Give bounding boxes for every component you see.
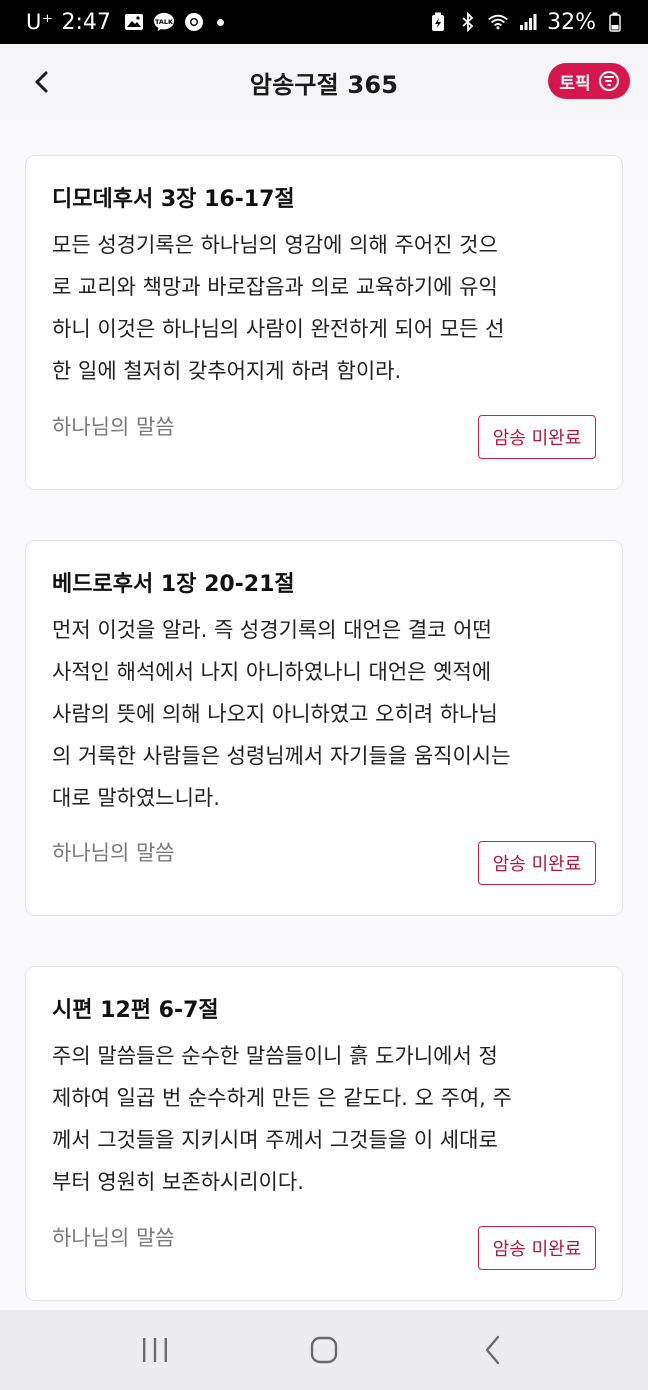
verse-line: 사람의 뜻에 의해 나오지 아니하였고 오히려 하나님 xyxy=(52,702,498,726)
status-bar: U⁺ 2:47 TALK 32% xyxy=(0,0,648,44)
verse-source: 하나님의 말씀 xyxy=(52,415,175,439)
verse-line: 사적인 해석에서 나지 아니하였나니 대언은 옛적에 xyxy=(52,660,492,684)
battery-saver-icon xyxy=(427,11,449,33)
verse-reference: 디모데후서 3장 16-17절 xyxy=(52,187,295,212)
verse-line: 의 거룩한 사람들은 성령님께서 자기들을 움직이시는 xyxy=(52,744,511,768)
svg-text:TALK: TALK xyxy=(155,18,174,26)
app-header: 암송구절 365 토픽 xyxy=(0,44,648,120)
verse-line: 모든 성경기록은 하나님의 영감에 의해 주어진 것으 xyxy=(52,233,498,257)
status-bar-left: U⁺ 2:47 TALK xyxy=(26,10,224,35)
verse-text: 먼저 이것을 알라. 즉 성경기록의 대언은 결코 어떤 사적인 해석에서 나지… xyxy=(52,609,596,819)
verse-card[interactable]: 시편 12편 6-7절 주의 말씀들은 순수한 말씀들이니 흙 도가니에서 정 … xyxy=(25,966,623,1301)
filter-icon xyxy=(598,71,619,91)
verse-source: 하나님의 말씀 xyxy=(52,841,175,865)
memorization-status-button[interactable]: 암송 미완료 xyxy=(478,415,596,459)
verse-line: 대로 말하였느니라. xyxy=(52,786,220,810)
topic-filter-button[interactable]: 토픽 xyxy=(548,63,630,99)
verse-line: 로 교리와 책망과 바로잡음과 의로 교육하기에 유익 xyxy=(52,275,498,299)
back-button[interactable] xyxy=(22,62,62,102)
verse-reference: 시편 12편 6-7절 xyxy=(52,998,219,1023)
system-nav-bar xyxy=(0,1310,648,1390)
clock: 2:47 xyxy=(61,9,111,35)
kakaotalk-icon: TALK xyxy=(153,11,175,33)
card-footer: 하나님의 말씀 암송 미완료 xyxy=(52,415,596,459)
home-icon xyxy=(310,1336,338,1364)
chevron-left-icon xyxy=(35,71,48,93)
verse-line: 께서 그것들을 지키시며 주께서 그것들을 이 세대로 xyxy=(52,1128,498,1152)
bluetooth-icon xyxy=(457,11,479,33)
verse-line: 한 일에 철저히 갖추어지게 하려 함이라. xyxy=(52,359,402,383)
notification-dot xyxy=(216,18,224,26)
verse-text: 모든 성경기록은 하나님의 영감에 의해 주어진 것으 로 교리와 책망과 바로… xyxy=(52,224,596,392)
verse-card[interactable]: 디모데후서 3장 16-17절 모든 성경기록은 하나님의 영감에 의해 주어진… xyxy=(25,155,623,490)
recent-apps-icon xyxy=(142,1338,167,1362)
verse-reference: 베드로후서 1장 20-21절 xyxy=(52,572,295,597)
home-button[interactable] xyxy=(294,1325,354,1375)
verse-line: 제하여 일곱 번 순수하게 만든 은 같도다. 오 주여, 주 xyxy=(52,1086,512,1110)
chrome-icon xyxy=(183,11,205,33)
nav-back-button[interactable] xyxy=(463,1325,523,1375)
wifi-icon xyxy=(487,11,509,33)
recent-apps-button[interactable] xyxy=(125,1325,185,1375)
battery-percent: 32% xyxy=(547,9,596,35)
carrier-label: U⁺ xyxy=(26,10,54,34)
page-title: 암송구절 365 xyxy=(249,70,399,99)
status-bar-right: 32% xyxy=(427,10,626,35)
verse-line: 하니 이것은 하나님의 사람이 완전하게 되어 모든 선 xyxy=(52,317,505,341)
verse-source: 하나님의 말씀 xyxy=(52,1226,175,1250)
card-footer: 하나님의 말씀 암송 미완료 xyxy=(52,841,596,885)
verse-text: 주의 말씀들은 순수한 말씀들이니 흙 도가니에서 정 제하여 일곱 번 순수하… xyxy=(52,1035,596,1203)
memorization-status-button[interactable]: 암송 미완료 xyxy=(478,1226,596,1270)
back-icon xyxy=(486,1335,500,1365)
verse-list: 디모데후서 3장 16-17절 모든 성경기록은 하나님의 영감에 의해 주어진… xyxy=(0,120,648,1310)
battery-icon xyxy=(604,11,626,33)
verse-line: 먼저 이것을 알라. 즉 성경기록의 대언은 결코 어떤 xyxy=(52,618,492,642)
memorization-status-button[interactable]: 암송 미완료 xyxy=(478,841,596,885)
verse-card[interactable]: 베드로후서 1장 20-21절 먼저 이것을 알라. 즉 성경기록의 대언은 결… xyxy=(25,540,623,916)
card-footer: 하나님의 말씀 암송 미완료 xyxy=(52,1226,596,1270)
verse-line: 주의 말씀들은 순수한 말씀들이니 흙 도가니에서 정 xyxy=(52,1044,498,1068)
verse-line: 부터 영원히 보존하시리이다. xyxy=(52,1170,304,1194)
topic-label: 토픽 xyxy=(559,73,591,94)
gallery-icon xyxy=(123,11,145,33)
signal-icon xyxy=(517,11,539,33)
